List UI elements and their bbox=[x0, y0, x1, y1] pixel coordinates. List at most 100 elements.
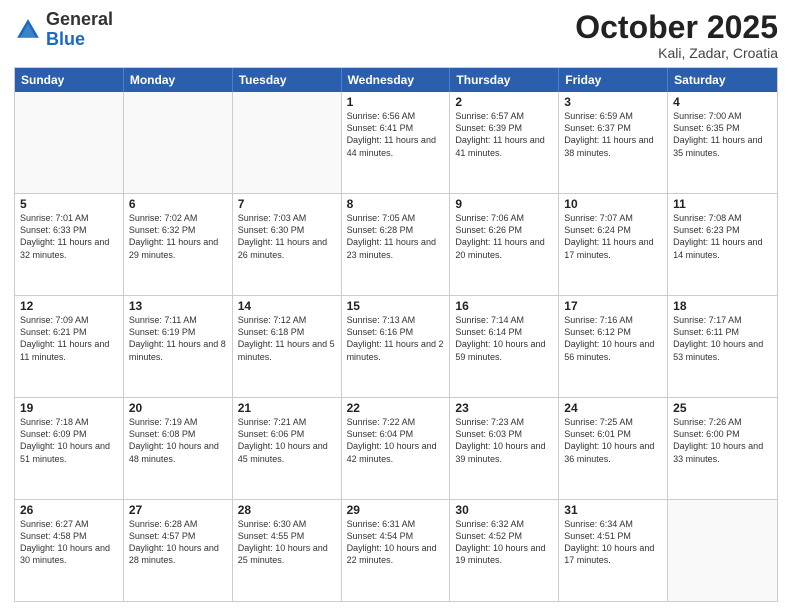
calendar-cell bbox=[668, 500, 777, 601]
calendar-header: SundayMondayTuesdayWednesdayThursdayFrid… bbox=[15, 68, 777, 92]
weekday-header: Sunday bbox=[15, 68, 124, 92]
cell-info: Sunrise: 7:08 AM Sunset: 6:23 PM Dayligh… bbox=[673, 212, 772, 261]
cell-info: Sunrise: 6:59 AM Sunset: 6:37 PM Dayligh… bbox=[564, 110, 662, 159]
cell-info: Sunrise: 7:03 AM Sunset: 6:30 PM Dayligh… bbox=[238, 212, 336, 261]
day-number: 23 bbox=[455, 401, 553, 415]
calendar-cell: 16Sunrise: 7:14 AM Sunset: 6:14 PM Dayli… bbox=[450, 296, 559, 397]
cell-info: Sunrise: 7:09 AM Sunset: 6:21 PM Dayligh… bbox=[20, 314, 118, 363]
calendar-cell bbox=[233, 92, 342, 193]
calendar-cell: 28Sunrise: 6:30 AM Sunset: 4:55 PM Dayli… bbox=[233, 500, 342, 601]
day-number: 11 bbox=[673, 197, 772, 211]
day-number: 18 bbox=[673, 299, 772, 313]
cell-info: Sunrise: 7:14 AM Sunset: 6:14 PM Dayligh… bbox=[455, 314, 553, 363]
day-number: 26 bbox=[20, 503, 118, 517]
weekday-header: Friday bbox=[559, 68, 668, 92]
cell-info: Sunrise: 7:22 AM Sunset: 6:04 PM Dayligh… bbox=[347, 416, 445, 465]
day-number: 17 bbox=[564, 299, 662, 313]
day-number: 8 bbox=[347, 197, 445, 211]
calendar-row: 19Sunrise: 7:18 AM Sunset: 6:09 PM Dayli… bbox=[15, 397, 777, 499]
calendar-cell bbox=[124, 92, 233, 193]
cell-info: Sunrise: 7:18 AM Sunset: 6:09 PM Dayligh… bbox=[20, 416, 118, 465]
day-number: 19 bbox=[20, 401, 118, 415]
day-number: 29 bbox=[347, 503, 445, 517]
calendar-cell: 18Sunrise: 7:17 AM Sunset: 6:11 PM Dayli… bbox=[668, 296, 777, 397]
cell-info: Sunrise: 7:11 AM Sunset: 6:19 PM Dayligh… bbox=[129, 314, 227, 363]
cell-info: Sunrise: 7:12 AM Sunset: 6:18 PM Dayligh… bbox=[238, 314, 336, 363]
calendar-cell: 23Sunrise: 7:23 AM Sunset: 6:03 PM Dayli… bbox=[450, 398, 559, 499]
day-number: 27 bbox=[129, 503, 227, 517]
day-number: 10 bbox=[564, 197, 662, 211]
day-number: 14 bbox=[238, 299, 336, 313]
cell-info: Sunrise: 6:27 AM Sunset: 4:58 PM Dayligh… bbox=[20, 518, 118, 567]
calendar-cell: 29Sunrise: 6:31 AM Sunset: 4:54 PM Dayli… bbox=[342, 500, 451, 601]
cell-info: Sunrise: 6:28 AM Sunset: 4:57 PM Dayligh… bbox=[129, 518, 227, 567]
calendar-cell: 25Sunrise: 7:26 AM Sunset: 6:00 PM Dayli… bbox=[668, 398, 777, 499]
cell-info: Sunrise: 6:32 AM Sunset: 4:52 PM Dayligh… bbox=[455, 518, 553, 567]
day-number: 13 bbox=[129, 299, 227, 313]
cell-info: Sunrise: 7:16 AM Sunset: 6:12 PM Dayligh… bbox=[564, 314, 662, 363]
day-number: 31 bbox=[564, 503, 662, 517]
calendar-cell: 7Sunrise: 7:03 AM Sunset: 6:30 PM Daylig… bbox=[233, 194, 342, 295]
calendar-cell: 31Sunrise: 6:34 AM Sunset: 4:51 PM Dayli… bbox=[559, 500, 668, 601]
calendar-cell: 12Sunrise: 7:09 AM Sunset: 6:21 PM Dayli… bbox=[15, 296, 124, 397]
calendar-cell: 4Sunrise: 7:00 AM Sunset: 6:35 PM Daylig… bbox=[668, 92, 777, 193]
day-number: 2 bbox=[455, 95, 553, 109]
cell-info: Sunrise: 6:34 AM Sunset: 4:51 PM Dayligh… bbox=[564, 518, 662, 567]
logo-icon bbox=[14, 16, 42, 44]
calendar: SundayMondayTuesdayWednesdayThursdayFrid… bbox=[14, 67, 778, 602]
day-number: 12 bbox=[20, 299, 118, 313]
calendar-cell: 8Sunrise: 7:05 AM Sunset: 6:28 PM Daylig… bbox=[342, 194, 451, 295]
calendar-cell: 15Sunrise: 7:13 AM Sunset: 6:16 PM Dayli… bbox=[342, 296, 451, 397]
calendar-cell: 26Sunrise: 6:27 AM Sunset: 4:58 PM Dayli… bbox=[15, 500, 124, 601]
cell-info: Sunrise: 6:57 AM Sunset: 6:39 PM Dayligh… bbox=[455, 110, 553, 159]
day-number: 5 bbox=[20, 197, 118, 211]
cell-info: Sunrise: 6:56 AM Sunset: 6:41 PM Dayligh… bbox=[347, 110, 445, 159]
calendar-cell: 21Sunrise: 7:21 AM Sunset: 6:06 PM Dayli… bbox=[233, 398, 342, 499]
day-number: 24 bbox=[564, 401, 662, 415]
calendar-cell: 11Sunrise: 7:08 AM Sunset: 6:23 PM Dayli… bbox=[668, 194, 777, 295]
day-number: 20 bbox=[129, 401, 227, 415]
day-number: 6 bbox=[129, 197, 227, 211]
day-number: 30 bbox=[455, 503, 553, 517]
day-number: 9 bbox=[455, 197, 553, 211]
cell-info: Sunrise: 7:26 AM Sunset: 6:00 PM Dayligh… bbox=[673, 416, 772, 465]
cell-info: Sunrise: 7:23 AM Sunset: 6:03 PM Dayligh… bbox=[455, 416, 553, 465]
cell-info: Sunrise: 7:00 AM Sunset: 6:35 PM Dayligh… bbox=[673, 110, 772, 159]
cell-info: Sunrise: 6:30 AM Sunset: 4:55 PM Dayligh… bbox=[238, 518, 336, 567]
weekday-header: Monday bbox=[124, 68, 233, 92]
location: Kali, Zadar, Croatia bbox=[575, 45, 778, 61]
logo: General Blue bbox=[14, 10, 113, 50]
logo-general: General bbox=[46, 10, 113, 30]
calendar-cell: 9Sunrise: 7:06 AM Sunset: 6:26 PM Daylig… bbox=[450, 194, 559, 295]
calendar-body: 1Sunrise: 6:56 AM Sunset: 6:41 PM Daylig… bbox=[15, 92, 777, 601]
calendar-cell: 2Sunrise: 6:57 AM Sunset: 6:39 PM Daylig… bbox=[450, 92, 559, 193]
calendar-row: 26Sunrise: 6:27 AM Sunset: 4:58 PM Dayli… bbox=[15, 499, 777, 601]
calendar-cell: 1Sunrise: 6:56 AM Sunset: 6:41 PM Daylig… bbox=[342, 92, 451, 193]
month-title: October 2025 bbox=[575, 10, 778, 45]
page: General Blue October 2025 Kali, Zadar, C… bbox=[0, 0, 792, 612]
day-number: 7 bbox=[238, 197, 336, 211]
day-number: 21 bbox=[238, 401, 336, 415]
calendar-row: 5Sunrise: 7:01 AM Sunset: 6:33 PM Daylig… bbox=[15, 193, 777, 295]
cell-info: Sunrise: 7:25 AM Sunset: 6:01 PM Dayligh… bbox=[564, 416, 662, 465]
day-number: 22 bbox=[347, 401, 445, 415]
day-number: 15 bbox=[347, 299, 445, 313]
cell-info: Sunrise: 7:06 AM Sunset: 6:26 PM Dayligh… bbox=[455, 212, 553, 261]
day-number: 28 bbox=[238, 503, 336, 517]
calendar-row: 12Sunrise: 7:09 AM Sunset: 6:21 PM Dayli… bbox=[15, 295, 777, 397]
calendar-cell: 13Sunrise: 7:11 AM Sunset: 6:19 PM Dayli… bbox=[124, 296, 233, 397]
logo-blue: Blue bbox=[46, 30, 113, 50]
weekday-header: Tuesday bbox=[233, 68, 342, 92]
cell-info: Sunrise: 7:01 AM Sunset: 6:33 PM Dayligh… bbox=[20, 212, 118, 261]
cell-info: Sunrise: 7:07 AM Sunset: 6:24 PM Dayligh… bbox=[564, 212, 662, 261]
calendar-cell: 3Sunrise: 6:59 AM Sunset: 6:37 PM Daylig… bbox=[559, 92, 668, 193]
calendar-cell: 19Sunrise: 7:18 AM Sunset: 6:09 PM Dayli… bbox=[15, 398, 124, 499]
weekday-header: Thursday bbox=[450, 68, 559, 92]
calendar-cell bbox=[15, 92, 124, 193]
day-number: 4 bbox=[673, 95, 772, 109]
cell-info: Sunrise: 7:21 AM Sunset: 6:06 PM Dayligh… bbox=[238, 416, 336, 465]
calendar-row: 1Sunrise: 6:56 AM Sunset: 6:41 PM Daylig… bbox=[15, 92, 777, 193]
cell-info: Sunrise: 7:05 AM Sunset: 6:28 PM Dayligh… bbox=[347, 212, 445, 261]
day-number: 25 bbox=[673, 401, 772, 415]
logo-text: General Blue bbox=[46, 10, 113, 50]
